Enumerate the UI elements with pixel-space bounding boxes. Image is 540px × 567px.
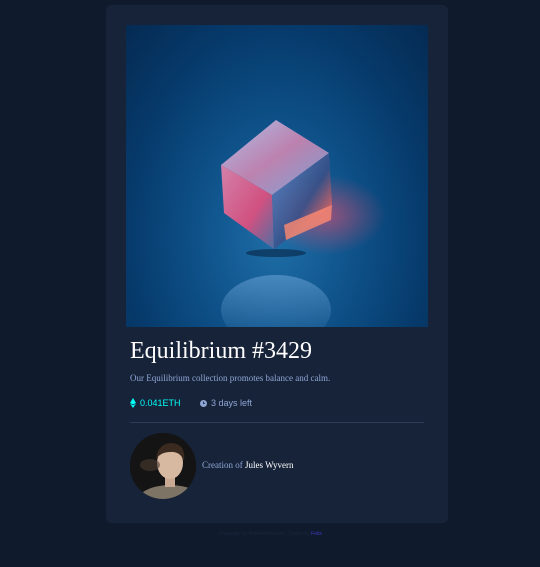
nft-image[interactable]: [126, 25, 428, 327]
time-info: 3 days left: [200, 398, 252, 408]
attribution-footer: Challenge by Frontend Mentor. Coded by F…: [0, 531, 540, 537]
time-left: 3 days left: [211, 398, 253, 408]
clock-icon: [200, 399, 207, 407]
crystal-cube-illustration: [221, 120, 386, 327]
creator-prefix: Creation of: [202, 460, 243, 470]
creator-credit: Creation of Jules Wyvern: [202, 460, 294, 470]
price-info: 0.041ETH: [130, 398, 181, 408]
attribution-text: Challenge by Frontend Mentor. Coded by: [218, 531, 310, 537]
nft-card: Equilibrium #3429 Our Equilibrium collec…: [106, 5, 448, 523]
price-value: 0.041ETH: [140, 398, 181, 408]
attribution-link[interactable]: Felix: [311, 531, 322, 537]
ethereum-icon: [130, 398, 136, 408]
creator-name[interactable]: Jules Wyvern: [245, 460, 294, 470]
creator-avatar: [130, 433, 196, 499]
divider: [130, 422, 424, 423]
nft-description: Our Equilibrium collection promotes bala…: [130, 373, 331, 383]
nft-title[interactable]: Equilibrium #3429: [130, 338, 312, 365]
creator-portrait: [130, 433, 196, 499]
nft-stats: 0.041ETH 3 days left: [130, 398, 424, 414]
